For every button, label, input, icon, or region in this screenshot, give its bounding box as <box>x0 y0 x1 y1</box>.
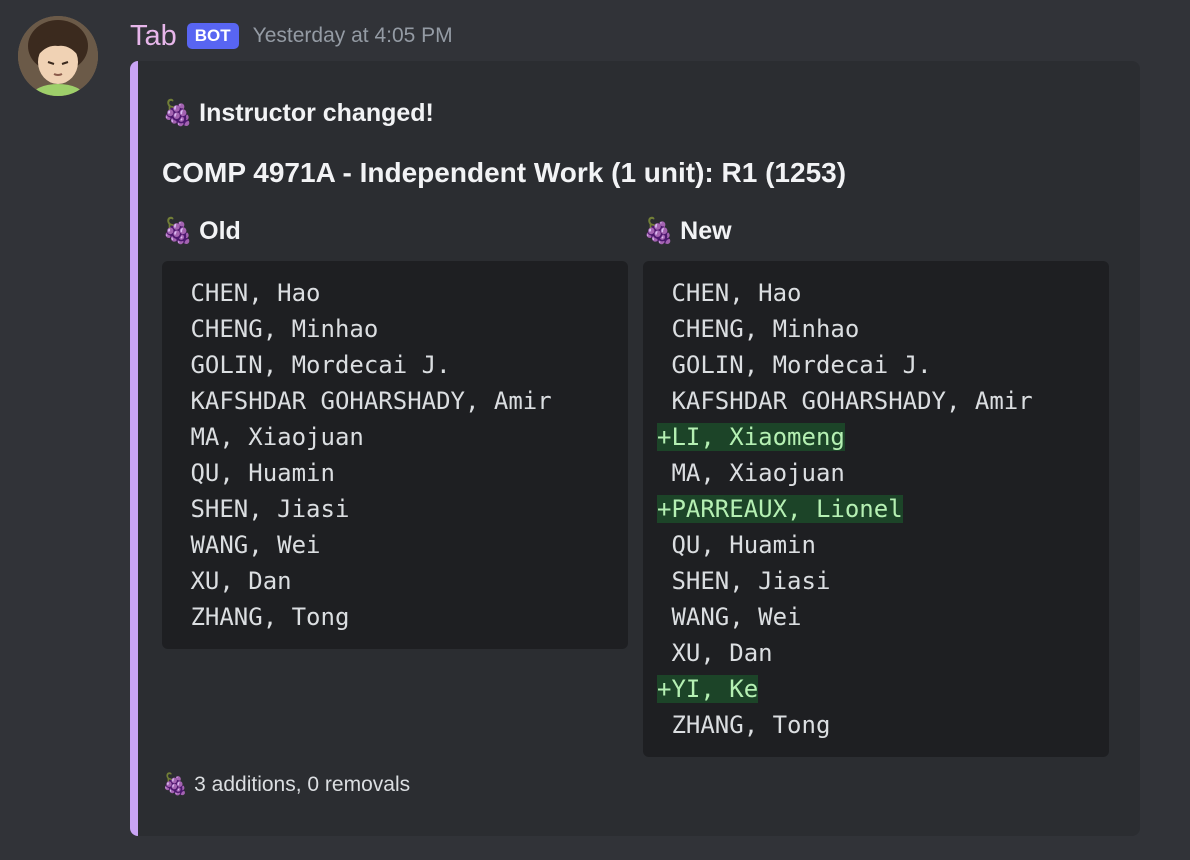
code-line: KAFSHDAR GOHARSHADY, Amir <box>643 383 1109 419</box>
embed-author: 🍇 Instructor changed! <box>162 99 434 128</box>
code-line-text: +YI, Ke <box>657 675 759 703</box>
code-line: WANG, Wei <box>643 599 1109 635</box>
embed: 🍇 Instructor changed! COMP 4971A - Indep… <box>130 61 1140 836</box>
code-line: SHEN, Jiasi <box>162 491 628 527</box>
avatar-image <box>18 16 98 96</box>
code-line: MA, Xiaojuan <box>643 455 1109 491</box>
code-line-text: XU, Dan <box>657 639 773 667</box>
code-line: ZHANG, Tong <box>643 707 1109 743</box>
field-old: 🍇 Old CHEN, Hao CHENG, Minhao GOLIN, Mor… <box>162 213 628 649</box>
code-line: QU, Huamin <box>162 455 628 491</box>
code-line-added: +YI, Ke <box>643 671 1109 707</box>
code-line: XU, Dan <box>643 635 1109 671</box>
message-header: Tab BOT Yesterday at 4:05 PM <box>130 18 453 54</box>
field-new: 🍇 New CHEN, Hao CHENG, Minhao GOLIN, Mor… <box>643 213 1109 757</box>
code-line-added: +LI, Xiaomeng <box>643 419 1109 455</box>
code-line: QU, Huamin <box>643 527 1109 563</box>
code-line-text: KAFSHDAR GOHARSHADY, Amir <box>657 387 1033 415</box>
code-line-text: CHENG, Minhao <box>176 315 379 343</box>
grapes-icon: 🍇 <box>162 99 194 127</box>
timestamp[interactable]: Yesterday at 4:05 PM <box>253 24 453 48</box>
field-new-name: 🍇 New <box>643 213 1109 249</box>
embed-footer: 🍇 3 additions, 0 removals <box>162 773 410 797</box>
code-line: SHEN, Jiasi <box>643 563 1109 599</box>
code-line: MA, Xiaojuan <box>162 419 628 455</box>
grapes-icon: 🍇 <box>162 773 189 796</box>
embed-title[interactable]: COMP 4971A - Independent Work (1 unit): … <box>162 157 846 189</box>
code-line-text: +LI, Xiaomeng <box>657 423 845 451</box>
avatar[interactable] <box>18 16 98 96</box>
code-line-text: MA, Xiaojuan <box>657 459 845 487</box>
code-line-text: QU, Huamin <box>176 459 335 487</box>
code-line-text: MA, Xiaojuan <box>176 423 364 451</box>
code-line-text: SHEN, Jiasi <box>657 567 831 595</box>
code-line-text: WANG, Wei <box>657 603 802 631</box>
code-line: ZHANG, Tong <box>162 599 628 635</box>
code-line-text: GOLIN, Mordecai J. <box>657 351 932 379</box>
grapes-icon: 🍇 <box>643 216 675 245</box>
code-line: WANG, Wei <box>162 527 628 563</box>
bot-badge: BOT <box>186 23 239 49</box>
embed-accent-bar <box>130 61 138 836</box>
code-line: GOLIN, Mordecai J. <box>643 347 1109 383</box>
code-line-text: WANG, Wei <box>176 531 321 559</box>
field-old-name: 🍇 Old <box>162 213 628 249</box>
code-line: KAFSHDAR GOHARSHADY, Amir <box>162 383 628 419</box>
code-line: CHENG, Minhao <box>643 311 1109 347</box>
code-line-text: CHEN, Hao <box>176 279 321 307</box>
code-line-added: +PARREAUX, Lionel <box>643 491 1109 527</box>
code-line: CHENG, Minhao <box>162 311 628 347</box>
old-codeblock[interactable]: CHEN, Hao CHENG, Minhao GOLIN, Mordecai … <box>162 261 628 649</box>
code-line-text: CHENG, Minhao <box>657 315 860 343</box>
code-line: GOLIN, Mordecai J. <box>162 347 628 383</box>
code-line-text: KAFSHDAR GOHARSHADY, Amir <box>176 387 552 415</box>
code-line-text: ZHANG, Tong <box>657 711 831 739</box>
code-line: XU, Dan <box>162 563 628 599</box>
code-line-text: SHEN, Jiasi <box>176 495 350 523</box>
code-line-text: GOLIN, Mordecai J. <box>176 351 451 379</box>
embed-footer-text: 3 additions, 0 removals <box>194 773 411 796</box>
field-old-label: Old <box>199 216 241 245</box>
chat-message: Tab BOT Yesterday at 4:05 PM 🍇 Instructo… <box>0 0 1190 860</box>
username[interactable]: Tab <box>130 20 177 53</box>
code-line-text: XU, Dan <box>176 567 292 595</box>
code-line: CHEN, Hao <box>162 275 628 311</box>
code-line-text: QU, Huamin <box>657 531 816 559</box>
code-line-text: +PARREAUX, Lionel <box>657 495 903 523</box>
new-codeblock[interactable]: CHEN, Hao CHENG, Minhao GOLIN, Mordecai … <box>643 261 1109 757</box>
code-line: CHEN, Hao <box>643 275 1109 311</box>
field-new-label: New <box>680 216 732 245</box>
grapes-icon: 🍇 <box>162 216 194 245</box>
code-line-text: ZHANG, Tong <box>176 603 350 631</box>
code-line-text: CHEN, Hao <box>657 279 802 307</box>
embed-author-text: Instructor changed! <box>199 99 434 127</box>
